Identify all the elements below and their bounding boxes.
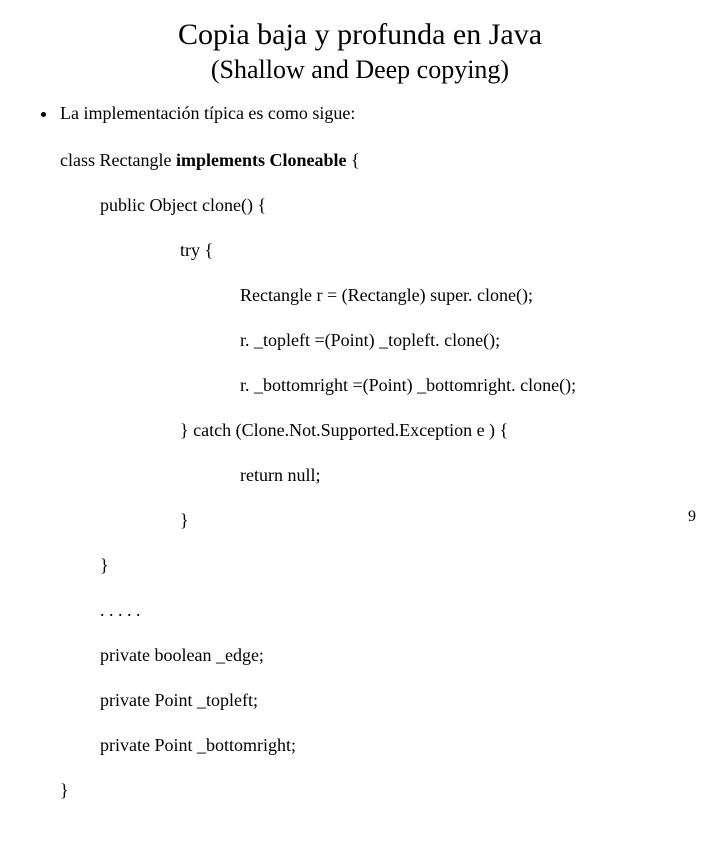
code-line: public Object clone() { xyxy=(60,194,690,217)
page-number: 9 xyxy=(688,508,696,526)
code-keyword: implements Cloneable xyxy=(176,150,347,170)
slide-title: Copia baja y profunda en Java xyxy=(30,18,690,53)
slide: Copia baja y profunda en Java (Shallow a… xyxy=(0,0,720,540)
bullet-item: La implementación típica es como sigue: … xyxy=(58,102,690,847)
code-line: } xyxy=(60,554,690,577)
code-line: Rectangle r = (Rectangle) super. clone()… xyxy=(60,284,690,307)
slide-subtitle: (Shallow and Deep copying) xyxy=(30,55,690,85)
code-line: r. _topleft =(Point) _topleft. clone(); xyxy=(60,329,690,352)
code-line: try { xyxy=(60,239,690,262)
code-line: private boolean _edge; xyxy=(60,644,690,667)
code-line: private Point _topleft; xyxy=(60,689,690,712)
code-line: r. _bottomright =(Point) _bottomright. c… xyxy=(60,374,690,397)
code-text: class Rectangle xyxy=(60,150,176,170)
code-line: private Point _bottomright; xyxy=(60,734,690,757)
code-line: } catch (Clone.Not.Supported.Exception e… xyxy=(60,419,690,442)
slide-body: La implementación típica es como sigue: … xyxy=(30,102,690,847)
code-line: } xyxy=(60,779,690,802)
code-line: return null; xyxy=(60,464,690,487)
bullet-text: La implementación típica es como sigue: xyxy=(60,103,355,123)
bullet-list: La implementación típica es como sigue: … xyxy=(30,102,690,847)
code-text: { xyxy=(346,150,359,170)
code-line: } xyxy=(60,509,690,532)
code-line: class Rectangle implements Cloneable { xyxy=(60,149,690,172)
code-block: class Rectangle implements Cloneable { p… xyxy=(60,127,690,847)
code-line: . . . . . xyxy=(60,599,690,622)
